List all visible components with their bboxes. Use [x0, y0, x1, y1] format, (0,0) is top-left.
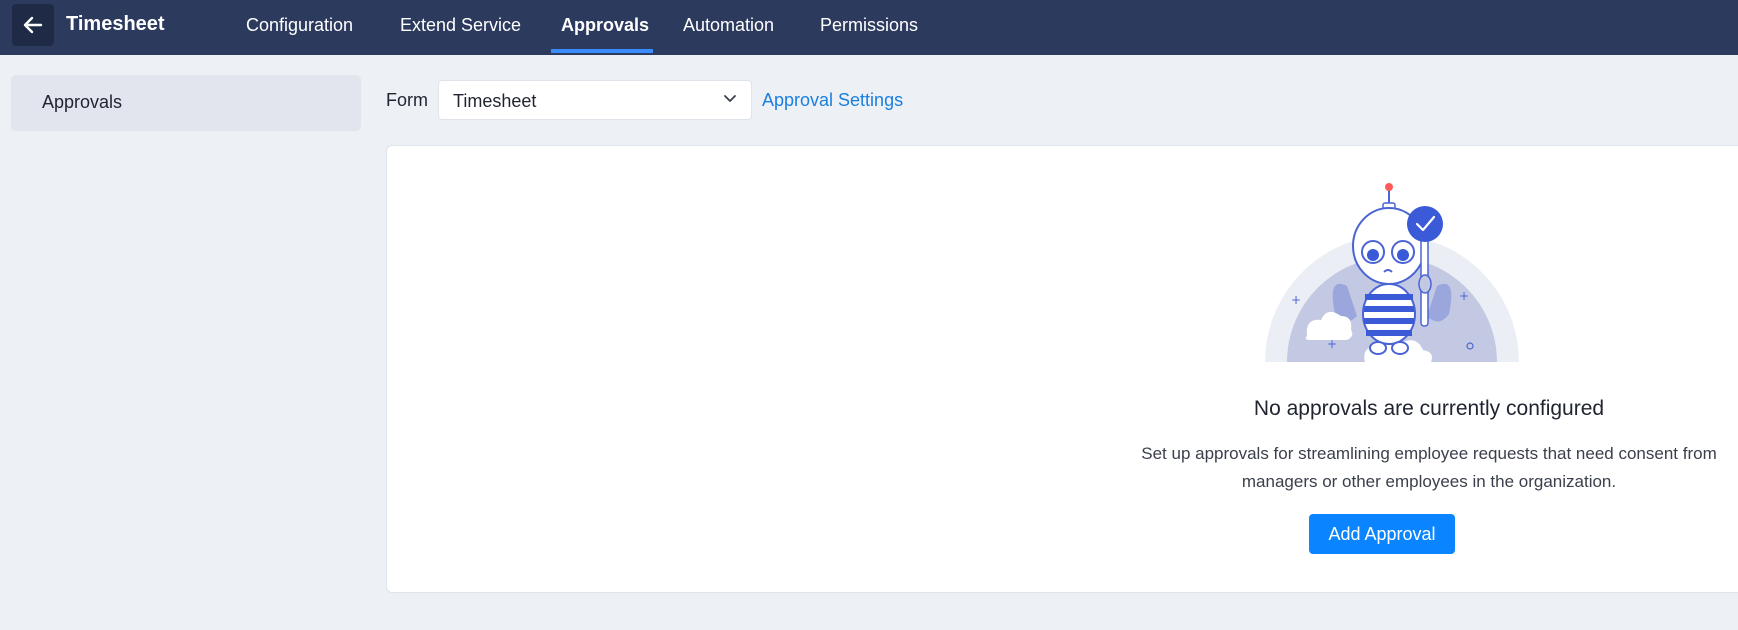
empty-state-description-line-2: managers or other employees in the organ…	[1241, 472, 1617, 491]
add-approval-button[interactable]: Add Approval	[1309, 514, 1455, 554]
tab-extend-service[interactable]: Extend Service	[400, 15, 521, 36]
app-title: Timesheet	[66, 13, 165, 35]
empty-state-title: No approvals are currently configured	[1253, 397, 1605, 420]
empty-state-description-line-1: Set up approvals for streamlining employ…	[1141, 444, 1717, 463]
tab-permissions[interactable]: Permissions	[820, 15, 918, 36]
empty-state-card: + + + No approvals are currently configu…	[386, 145, 1738, 593]
sidebar-item-label: Approvals	[42, 92, 123, 112]
tab-configuration[interactable]: Configuration	[246, 15, 353, 36]
active-tab-indicator	[551, 49, 653, 53]
form-select[interactable]: Timesheet	[438, 80, 752, 120]
chevron-down-icon	[724, 95, 736, 102]
svg-text:+: +	[1291, 293, 1301, 307]
arrow-left-icon	[23, 16, 43, 34]
tab-automation[interactable]: Automation	[683, 15, 774, 36]
approval-settings-link[interactable]: Approval Settings	[762, 90, 903, 111]
svg-text:+: +	[1459, 289, 1469, 303]
form-label: Form	[386, 90, 428, 110]
robot-illustration: + + +	[1265, 183, 1519, 362]
svg-text:+: +	[1327, 337, 1337, 351]
back-button[interactable]	[12, 4, 54, 46]
form-select-value: Timesheet	[453, 91, 537, 111]
sidebar-item-approvals[interactable]: Approvals	[11, 75, 361, 131]
top-navigation-bar: Timesheet Configuration Extend Service A…	[0, 0, 1738, 55]
tab-approvals[interactable]: Approvals	[561, 15, 649, 36]
empty-state-description: Set up approvals for streamlining employ…	[1067, 440, 1738, 496]
